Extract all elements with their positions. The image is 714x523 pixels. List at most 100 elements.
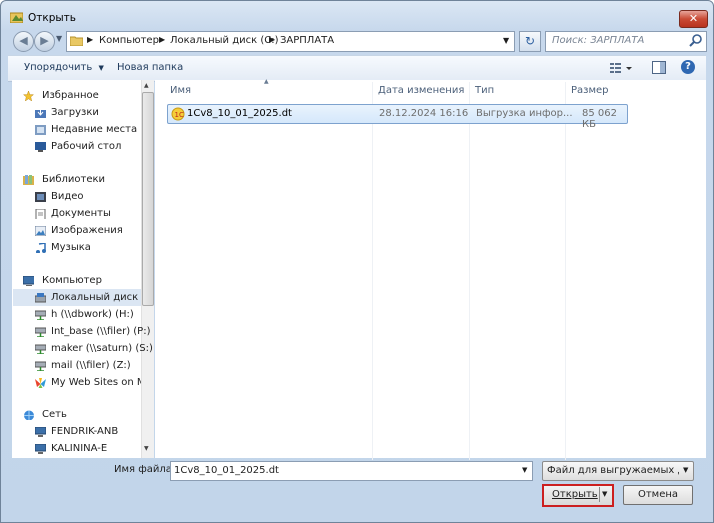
- app-icon: [9, 11, 24, 24]
- nav-item-label: Int_base (\\filer) (P:): [51, 326, 151, 337]
- nav-item-desktop[interactable]: Рабочий стол: [35, 139, 163, 155]
- network-drive-icon: [35, 361, 46, 371]
- close-button[interactable]: ✕: [679, 10, 708, 28]
- recent-pages-dropdown-icon[interactable]: ▼: [56, 34, 62, 43]
- recent-places-icon: [35, 125, 46, 135]
- filename-value: 1Cv8_10_01_2025.dt: [174, 465, 279, 476]
- nav-item-recent-places[interactable]: Недавние места: [35, 122, 163, 138]
- open-split-divider: [599, 487, 600, 502]
- nav-item-network-drive-z[interactable]: mail (\\filer) (Z:): [35, 358, 163, 374]
- nav-group-label: Компьютер: [42, 275, 102, 286]
- msn-butterfly-icon: [35, 378, 46, 388]
- filename-field[interactable]: 1Cv8_10_01_2025.dt ▼: [170, 461, 533, 481]
- cancel-button[interactable]: Отмена: [623, 485, 693, 505]
- nav-item-label: My Web Sites on MSN: [51, 377, 141, 388]
- nav-item-downloads[interactable]: Загрузки: [35, 105, 163, 121]
- nav-item-label: Документы: [51, 208, 111, 219]
- breadcrumb-local-disk[interactable]: Локальный диск (C:): [170, 35, 279, 46]
- nav-group-label: Избранное: [42, 90, 99, 101]
- network-drive-icon: [35, 310, 46, 320]
- network-computer-icon: [35, 444, 46, 454]
- music-icon: [36, 243, 46, 253]
- nav-item-label: Локальный диск (C:): [51, 292, 141, 303]
- nav-item-label: Рабочий стол: [51, 141, 122, 152]
- file-size: 85 062 КБ: [582, 108, 617, 130]
- open-button-label: Открыть: [552, 489, 598, 500]
- breadcrumb-separator-icon: ▶: [87, 35, 94, 44]
- nav-item-my-web-sites[interactable]: My Web Sites on MSN: [35, 375, 141, 391]
- nav-item-pictures[interactable]: Изображения: [35, 223, 163, 239]
- help-icon[interactable]: ?: [681, 60, 695, 74]
- nav-item-kalinina-e[interactable]: KALININA-E: [35, 441, 163, 457]
- breadcrumb-separator-icon: ▶: [159, 35, 166, 44]
- column-header-date[interactable]: Дата изменения: [378, 85, 464, 96]
- chevron-down-icon[interactable]: ▼: [522, 466, 527, 474]
- nav-item-network-drive-p[interactable]: Int_base (\\filer) (P:): [35, 324, 163, 340]
- window-title: Открыть: [28, 12, 76, 24]
- nav-group-computer[interactable]: Компьютер: [23, 273, 151, 289]
- nav-item-documents[interactable]: Документы: [35, 206, 163, 222]
- breadcrumb-zarplata[interactable]: ЗАРПЛАТА: [280, 35, 334, 46]
- star-icon: [23, 91, 34, 101]
- nav-item-network-drive-s[interactable]: maker (\\saturn) (S:): [35, 341, 163, 357]
- nav-item-label: KALININA-E: [51, 443, 108, 454]
- column-header-name[interactable]: Имя: [170, 85, 191, 96]
- nav-item-label: h (\\dbwork) (H:): [51, 309, 134, 320]
- file-name: 1Cv8_10_01_2025.dt: [187, 108, 292, 119]
- chevron-down-icon[interactable]: ▼: [503, 36, 509, 45]
- hard-drive-icon: [35, 293, 46, 303]
- nav-item-label: FENDRIK-ANB: [51, 426, 119, 437]
- 1c-file-icon: 1C: [171, 107, 185, 121]
- filename-label: Имя файла:: [114, 464, 176, 475]
- column-header-size[interactable]: Размер: [571, 85, 609, 96]
- nav-group-libraries[interactable]: Библиотеки: [23, 172, 151, 188]
- network-drive-icon: [35, 327, 46, 337]
- nav-item-network-drive-h[interactable]: h (\\dbwork) (H:): [35, 307, 163, 323]
- network-drive-icon: [35, 344, 46, 354]
- nav-item-fendrik-anb[interactable]: FENDRIK-ANB: [35, 424, 163, 440]
- address-bar[interactable]: ▶ Компьютер ▶ Локальный диск (C:) ▶ ЗАРП…: [66, 31, 515, 52]
- open-button[interactable]: Открыть ▼: [542, 484, 614, 507]
- file-row[interactable]: 1C 1Cv8_10_01_2025.dt 28.12.2024 16:16 В…: [167, 104, 628, 130]
- file-type: Выгрузка инфор...: [476, 108, 573, 119]
- new-folder-button[interactable]: Новая папка: [117, 62, 183, 73]
- computer-icon: [23, 276, 34, 286]
- desktop-icon: [35, 142, 46, 152]
- nav-item-label: Видео: [51, 191, 84, 202]
- nav-group-network[interactable]: Сеть: [23, 407, 151, 423]
- nav-group-label: Библиотеки: [42, 174, 106, 185]
- column-header-type[interactable]: Тип: [475, 85, 494, 96]
- nav-item-video[interactable]: Видео: [35, 189, 163, 205]
- forward-button[interactable]: ▶: [34, 31, 55, 52]
- nav-item-label: maker (\\saturn) (S:): [51, 343, 153, 354]
- chevron-down-icon[interactable]: ▼: [602, 490, 607, 498]
- refresh-icon[interactable]: ↻: [519, 31, 541, 52]
- toolbar: [8, 55, 706, 82]
- column-divider: [469, 82, 470, 460]
- sort-ascending-icon: ▲: [264, 78, 269, 85]
- file-type-select[interactable]: Файл для выгружаемых данн ▼: [542, 461, 694, 481]
- organize-label: Упорядочить: [24, 62, 93, 73]
- nav-item-local-disk-c[interactable]: Локальный диск (C:): [35, 290, 141, 306]
- search-input[interactable]: Поиск: ЗАРПЛАТА: [545, 31, 707, 52]
- search-icon[interactable]: [689, 33, 703, 50]
- file-date: 28.12.2024 16:16: [379, 108, 469, 119]
- folder-icon: [69, 35, 84, 47]
- breadcrumb-computer[interactable]: Компьютер: [99, 35, 159, 46]
- nav-item-label: Музыка: [51, 242, 91, 253]
- nav-item-label: Изображения: [51, 225, 123, 236]
- video-icon: [35, 192, 46, 202]
- back-button[interactable]: ◀: [13, 31, 34, 52]
- chevron-down-icon: ▼: [98, 64, 104, 72]
- chevron-down-icon: ▼: [683, 466, 689, 474]
- nav-group-favorites[interactable]: Избранное: [23, 88, 151, 104]
- view-options-icon[interactable]: [609, 61, 635, 75]
- pictures-icon: [35, 226, 46, 236]
- nav-item-music[interactable]: Музыка: [35, 240, 163, 256]
- column-divider: [372, 82, 373, 460]
- search-placeholder: Поиск: ЗАРПЛАТА: [552, 35, 645, 46]
- preview-pane-icon[interactable]: [652, 61, 666, 74]
- downloads-icon: [35, 108, 46, 118]
- organize-button[interactable]: Упорядочить ▼: [24, 62, 104, 73]
- documents-icon: [35, 209, 46, 219]
